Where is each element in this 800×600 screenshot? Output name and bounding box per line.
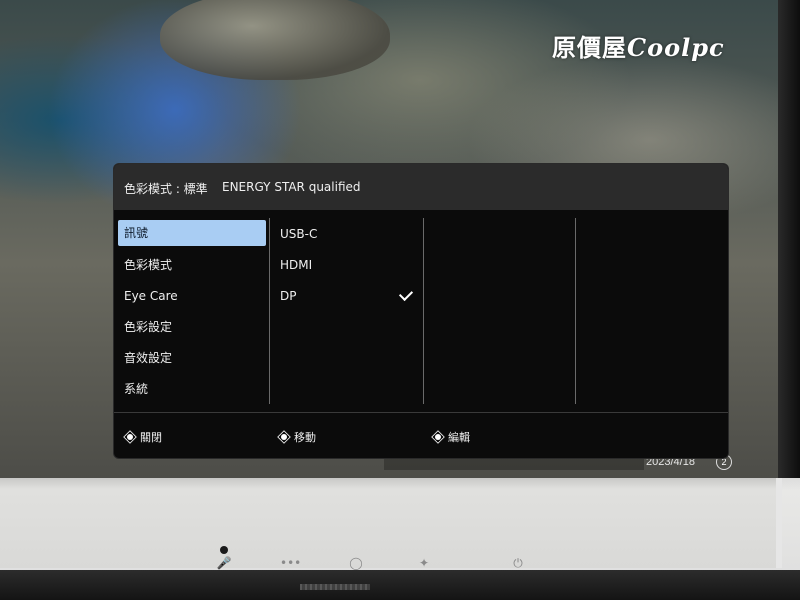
checkmark-icon xyxy=(398,286,414,302)
menu-item-label: Eye Care xyxy=(124,289,178,303)
column-divider xyxy=(575,218,576,404)
watermark-logo: 原價屋Coolpc xyxy=(552,28,725,63)
menu-item-eye-care[interactable]: Eye Care xyxy=(118,282,266,313)
menu-item-label: 訊號 xyxy=(124,226,149,240)
joystick-icon xyxy=(124,431,136,443)
energy-star-label: ENERGY STAR qualified xyxy=(222,180,361,194)
joystick-icon xyxy=(432,431,444,443)
hint-edit: 編輯 xyxy=(432,429,470,445)
osd-menu: 色彩模式 : 標準 ENERGY STAR qualified 訊號 色彩模式 … xyxy=(114,164,728,458)
osd-main-menu: 訊號 色彩模式 Eye Care 色彩設定 音效設定 系統 xyxy=(118,220,266,406)
joystick-icon xyxy=(278,431,290,443)
menu-item-input[interactable]: 訊號 xyxy=(118,220,266,246)
hint-edit-label: 編輯 xyxy=(448,431,470,444)
input-option-hdmi[interactable]: HDMI xyxy=(274,251,420,282)
menu-item-color-settings[interactable]: 色彩設定 xyxy=(118,313,266,344)
button-ridges xyxy=(300,584,370,590)
hint-move: 移動 xyxy=(278,429,316,445)
osd-footer: 關閉 移動 編輯 xyxy=(114,412,728,458)
column-divider xyxy=(269,218,270,404)
color-mode-status: 色彩模式 : 標準 xyxy=(124,182,208,196)
input-option-label: DP xyxy=(280,289,297,303)
menu-item-label: 色彩設定 xyxy=(124,320,173,334)
input-option-label: HDMI xyxy=(280,258,313,272)
input-option-dp[interactable]: DP xyxy=(274,282,420,313)
watermark-text: 原價屋 xyxy=(552,33,627,62)
input-option-label: USB-C xyxy=(280,227,318,241)
joystick-icon[interactable]: ✦ xyxy=(414,556,434,570)
screen-edge xyxy=(778,0,800,478)
bezel-frame xyxy=(0,478,782,568)
hint-move-label: 移動 xyxy=(294,431,316,444)
input-option-usb-c[interactable]: USB-C xyxy=(274,220,420,251)
osd-header: 色彩模式 : 標準 ENERGY STAR qualified xyxy=(114,164,728,210)
hint-close-label: 關閉 xyxy=(140,431,162,444)
menu-item-label: 音效設定 xyxy=(124,351,173,365)
menu-item-audio-settings[interactable]: 音效設定 xyxy=(118,344,266,375)
menu-item-label: 系統 xyxy=(124,382,149,396)
wallpaper-rock xyxy=(160,0,390,80)
menu-item-label: 色彩模式 xyxy=(124,258,173,272)
bezel-shadow xyxy=(0,570,800,600)
column-divider xyxy=(423,218,424,404)
light-sensor xyxy=(220,546,228,554)
osd-input-submenu: USB-C HDMI DP xyxy=(274,220,420,313)
audio-wave-icon[interactable]: ••• xyxy=(280,556,301,570)
mic-icon[interactable]: 🎤 xyxy=(214,556,234,570)
watermark-brand: Coolpc xyxy=(627,33,725,62)
bulb-icon[interactable]: ◯ xyxy=(346,556,366,570)
power-icon[interactable]: ⏻ xyxy=(508,556,528,571)
menu-item-color-mode[interactable]: 色彩模式 xyxy=(118,251,266,282)
hint-close: 關閉 xyxy=(124,429,162,445)
menu-item-system[interactable]: 系統 xyxy=(118,375,266,406)
